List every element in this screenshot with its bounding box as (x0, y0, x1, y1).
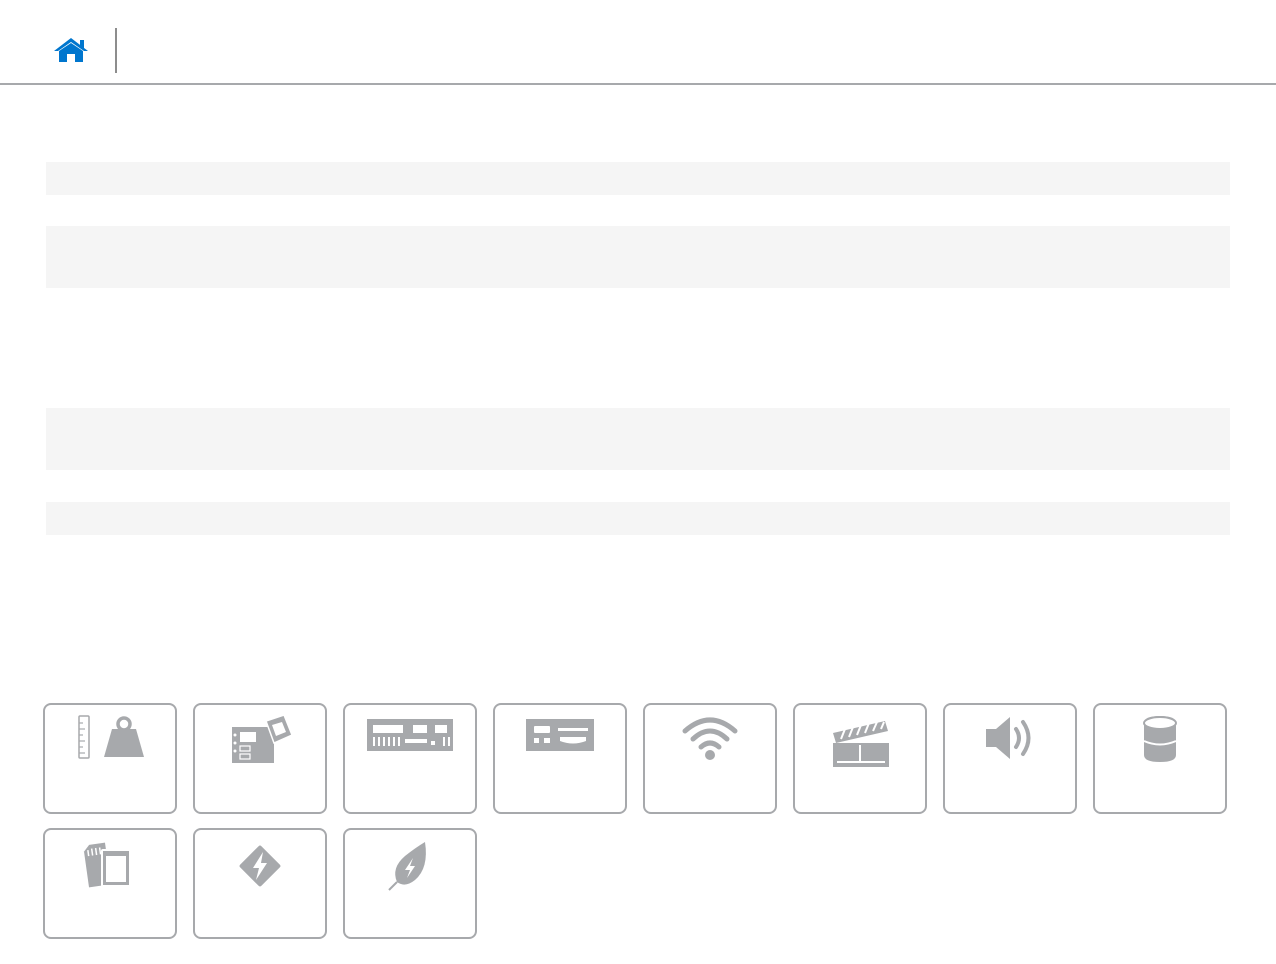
memory-card-icon (84, 842, 131, 888)
tile-memory[interactable] (343, 703, 477, 814)
leaf-icon (388, 842, 426, 891)
tile-audio[interactable] (943, 703, 1077, 814)
table-row (46, 226, 1230, 288)
table-row (46, 502, 1230, 535)
table-row (46, 162, 1230, 195)
tile-dimensions-weight[interactable] (43, 703, 177, 814)
tile-system-board[interactable] (193, 703, 327, 814)
tile-environmental[interactable] (343, 828, 477, 939)
storage-drive-icon (1143, 716, 1177, 762)
wifi-icon (682, 717, 738, 760)
ports-icon (526, 719, 594, 751)
tile-media-card-reader[interactable] (43, 828, 177, 939)
speaker-icon (986, 717, 1031, 759)
tile-storage[interactable] (1093, 703, 1227, 814)
table-row (46, 408, 1230, 470)
motherboard-icon (232, 714, 293, 763)
tile-communications[interactable] (643, 703, 777, 814)
tile-ports-connectors[interactable] (493, 703, 627, 814)
weight-ruler-icon (78, 715, 144, 759)
memory-module-icon (367, 719, 453, 751)
tile-video[interactable] (793, 703, 927, 814)
power-adapter-icon (237, 843, 283, 889)
home-button[interactable] (50, 34, 92, 68)
home-icon (54, 38, 88, 62)
clapperboard-icon (833, 721, 889, 767)
header-bar (0, 0, 1276, 85)
tile-power-adapter[interactable] (193, 828, 327, 939)
header-divider (115, 28, 117, 73)
